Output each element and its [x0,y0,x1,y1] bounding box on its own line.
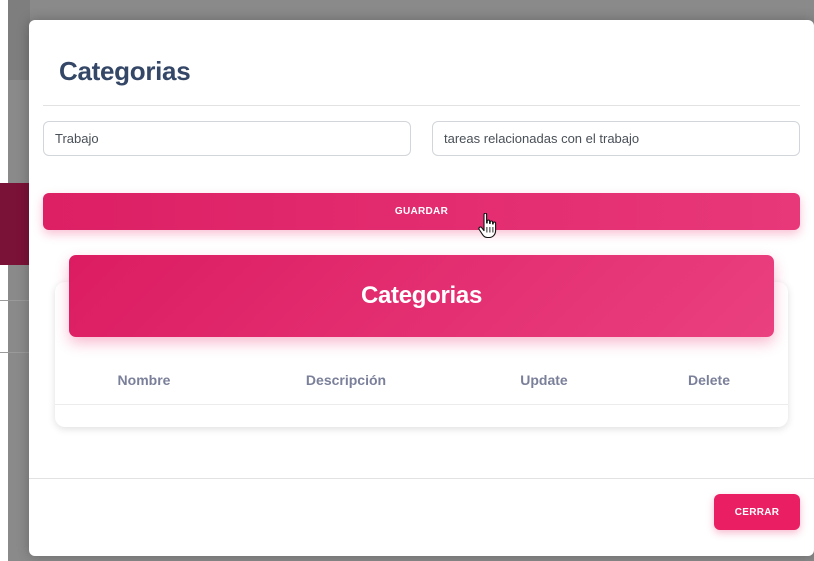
card-title: Categorias [360,282,483,309]
background-divider [0,300,30,301]
header-divider [43,105,800,106]
background-pink-block [0,183,30,265]
hand-pointer-icon [478,213,497,239]
table-header-row: Nombre Descripción Update Delete [55,372,788,402]
close-button[interactable]: CERRAR [714,494,800,530]
categories-modal: Categorias GUARDAR Categorias Nombre Des… [29,20,814,556]
category-name-input[interactable] [43,121,411,156]
column-header-descripcion: Descripción [305,372,387,388]
page-left-edge [0,0,8,561]
background-divider [0,352,30,353]
footer-divider [29,478,814,479]
category-description-input[interactable] [432,121,800,156]
column-header-nombre: Nombre [117,372,171,388]
column-header-update: Update [520,372,568,388]
background-navbar [8,0,30,80]
save-button[interactable]: GUARDAR [43,193,800,230]
modal-title: Categorias [59,56,191,86]
card-header: Categorias [69,255,774,337]
column-header-delete: Delete [687,372,731,388]
table-divider [55,404,788,405]
